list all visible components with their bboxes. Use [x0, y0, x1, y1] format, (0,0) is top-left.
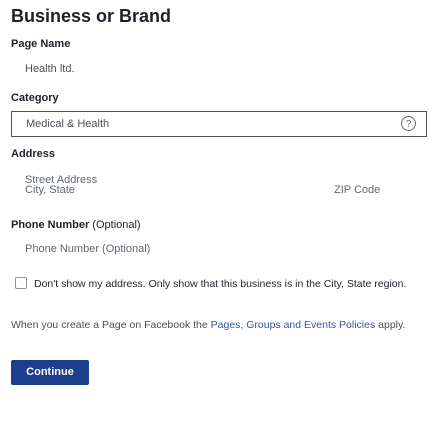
city-state-placeholder: City, State	[25, 184, 75, 196]
city-state-input[interactable]: City, State	[11, 177, 311, 203]
continue-button[interactable]: Continue	[11, 360, 89, 385]
category-input[interactable]: Medical & Health ?	[11, 111, 427, 137]
zip-code-input[interactable]: ZIP Code	[320, 177, 427, 203]
page-title: Business or Brand	[11, 6, 172, 26]
address-label: Address	[11, 148, 56, 160]
phone-placeholder: Phone Number (Optional)	[25, 243, 151, 255]
phone-input[interactable]: Phone Number (Optional)	[11, 236, 427, 262]
hide-address-label[interactable]: Don't show my address. Only show that th…	[34, 277, 429, 292]
policy-suffix: apply.	[378, 319, 406, 331]
policy-prefix: When you create a Page on Facebook the	[11, 319, 208, 331]
page-name-label: Page Name	[11, 38, 71, 50]
category-value: Medical & Health	[26, 118, 110, 130]
phone-label: Phone Number (Optional)	[11, 219, 141, 231]
category-label: Category	[11, 92, 59, 104]
phone-label-optional: (Optional)	[92, 219, 141, 231]
policy-text: When you create a Page on Facebook the P…	[11, 318, 436, 333]
page-name-value: Health ltd.	[25, 63, 75, 75]
page-name-input[interactable]: Health ltd.	[11, 56, 427, 82]
hide-address-checkbox[interactable]	[15, 277, 27, 289]
policy-link[interactable]: Pages, Groups and Events Policies	[211, 319, 376, 331]
zip-code-placeholder: ZIP Code	[334, 184, 381, 196]
phone-label-main: Phone Number	[11, 219, 90, 231]
question-circle-icon[interactable]: ?	[401, 116, 416, 131]
